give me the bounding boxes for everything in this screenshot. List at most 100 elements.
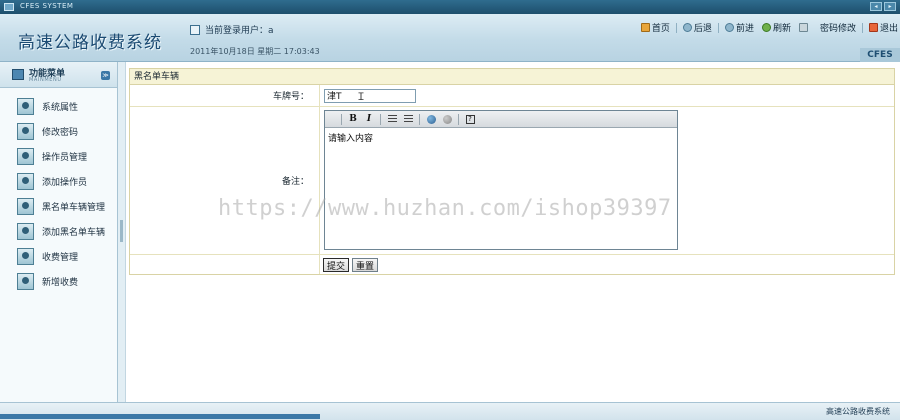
nav-exit-label: 退出: [879, 24, 898, 34]
user-card-icon: [17, 173, 34, 190]
italic-button[interactable]: I: [362, 113, 376, 126]
panel-title: 黑名单车辆: [130, 69, 894, 85]
window-prev-button[interactable]: ◂: [870, 2, 882, 11]
sidebar-item-label: 收费管理: [42, 253, 79, 263]
sidebar-item-label: 添加黑名单车辆: [42, 228, 106, 238]
collapse-icon[interactable]: ≫: [101, 71, 110, 80]
toolbar-divider: [458, 113, 459, 125]
sidebar-header: 功能菜单 MAINMENU ≫: [0, 62, 117, 88]
current-user-label: 当前登录用户：a: [205, 26, 274, 36]
remark-cell: B I ? 请输入内容: [320, 107, 894, 254]
back-arrow-icon: [682, 23, 692, 32]
sidebar-subtitle: MAINMENU: [29, 77, 62, 83]
nav-divider: [675, 22, 677, 33]
sidebar-item-system-properties[interactable]: 系统属性: [0, 94, 117, 119]
nav-back[interactable]: 后退: [681, 21, 714, 34]
splitter-grip[interactable]: [120, 220, 123, 242]
user-card-icon: [17, 123, 34, 140]
plate-row: 车牌号： Ｉ: [130, 85, 894, 107]
forward-arrow-icon: [724, 23, 734, 32]
current-user: 当前登录用户：a: [190, 23, 274, 36]
sidebar-item-label: 新增收费: [42, 278, 79, 288]
horizontal-scrollbar[interactable]: [0, 414, 320, 419]
user-card-icon: [17, 248, 34, 265]
top-nav: 首页 后退 前进 刷新 密码修改 退出: [639, 21, 900, 34]
editor-toolbar: B I ?: [325, 111, 677, 128]
system-title-bar: CFES SYSTEM ◂ ▸: [0, 0, 900, 14]
plate-cell: Ｉ: [320, 85, 894, 106]
nav-change-password[interactable]: 密码修改: [797, 21, 858, 34]
exit-icon: [868, 23, 878, 32]
actions-cell: 提交 重置: [320, 255, 894, 274]
link-globe-icon: [426, 114, 436, 124]
nav-refresh[interactable]: 刷新: [760, 21, 793, 34]
nav-change-password-label: 密码修改: [819, 24, 856, 34]
nav-forward[interactable]: 前进: [723, 21, 756, 34]
nav-back-label: 后退: [693, 24, 712, 34]
nav-home-label: 首页: [651, 24, 670, 34]
nav-home[interactable]: 首页: [639, 21, 672, 34]
blacklist-form-panel: 黑名单车辆 车牌号： Ｉ 备注： B I: [129, 68, 895, 275]
page-header: 高速公路收费系统 当前登录用户：a 2011年10月18日 星期二 17:03:…: [0, 14, 900, 62]
submit-button[interactable]: 提交: [323, 257, 350, 272]
home-icon: [640, 23, 650, 32]
toolbar-divider: [341, 113, 342, 125]
unlink-globe-icon: [442, 114, 452, 124]
actions-row: 提交 重置: [130, 255, 894, 274]
help-button[interactable]: ?: [463, 113, 477, 126]
sidebar-menu: 系统属性 修改密码 操作员管理 添加操作员 黑名单车辆管理 添加黑名单车辆 收费…: [0, 88, 117, 294]
bold-button[interactable]: B: [346, 113, 360, 126]
window-next-button[interactable]: ▸: [884, 2, 896, 11]
sidebar-item-toll-management[interactable]: 收费管理: [0, 244, 117, 269]
status-text: 高速公路收费系统: [826, 407, 890, 416]
sidebar-item-label: 操作员管理: [42, 153, 88, 163]
remark-row: 备注： B I ? 请输入内容: [130, 107, 894, 255]
plate-number-input[interactable]: [324, 88, 416, 103]
ordered-list-icon: [387, 115, 397, 123]
app-window-icon: [4, 3, 14, 11]
plate-label: 车牌号：: [130, 85, 320, 106]
sidebar-item-add-operator[interactable]: 添加操作员: [0, 169, 117, 194]
actions-label-cell: [130, 255, 320, 274]
user-card-icon: [17, 273, 34, 290]
brand-badge: CFES: [860, 48, 900, 62]
ordered-list-button[interactable]: [385, 113, 399, 126]
user-card-icon: [17, 98, 34, 115]
pencil-icon: [798, 23, 808, 32]
user-card-icon: [17, 198, 34, 215]
user-icon: [190, 24, 200, 35]
text-cursor-icon: Ｉ: [356, 92, 366, 103]
nav-refresh-label: 刷新: [772, 24, 791, 34]
sidebar-item-change-password[interactable]: 修改密码: [0, 119, 117, 144]
sidebar-item-label: 黑名单车辆管理: [42, 203, 106, 213]
user-card-icon: [17, 223, 34, 240]
main-content: 黑名单车辆 车牌号： Ｉ 备注： B I: [127, 62, 900, 402]
toolbar-divider: [380, 113, 381, 125]
reset-button[interactable]: 重置: [352, 257, 379, 272]
unordered-list-icon: [403, 115, 413, 123]
sidebar-splitter[interactable]: [118, 62, 126, 402]
status-bar: 高速公路收费系统: [0, 402, 900, 420]
sidebar-item-add-toll[interactable]: 新增收费: [0, 269, 117, 294]
refresh-icon: [761, 23, 771, 32]
sidebar-item-add-blacklist-vehicle[interactable]: 添加黑名单车辆: [0, 219, 117, 244]
remark-editor-body[interactable]: 请输入内容: [325, 128, 677, 250]
insert-link-button[interactable]: [424, 113, 438, 126]
help-icon: ?: [465, 114, 475, 124]
sidebar-item-operator-management[interactable]: 操作员管理: [0, 144, 117, 169]
remark-editor: B I ? 请输入内容: [324, 110, 678, 250]
user-card-icon: [17, 148, 34, 165]
toolbar-divider: [419, 113, 420, 125]
system-title: CFES SYSTEM: [20, 2, 74, 10]
nav-forward-label: 前进: [735, 24, 754, 34]
sidebar-item-label: 系统属性: [42, 103, 79, 113]
sidebar-item-label: 添加操作员: [42, 178, 88, 188]
sidebar: 功能菜单 MAINMENU ≫ 系统属性 修改密码 操作员管理 添加操作员 黑名…: [0, 62, 118, 402]
unordered-list-button[interactable]: [401, 113, 415, 126]
sidebar-item-blacklist-management[interactable]: 黑名单车辆管理: [0, 194, 117, 219]
menu-icon: [12, 69, 24, 80]
nav-exit[interactable]: 退出: [867, 21, 900, 34]
nav-divider: [861, 22, 863, 33]
sidebar-item-label: 修改密码: [42, 128, 79, 138]
remove-link-button[interactable]: [440, 113, 454, 126]
